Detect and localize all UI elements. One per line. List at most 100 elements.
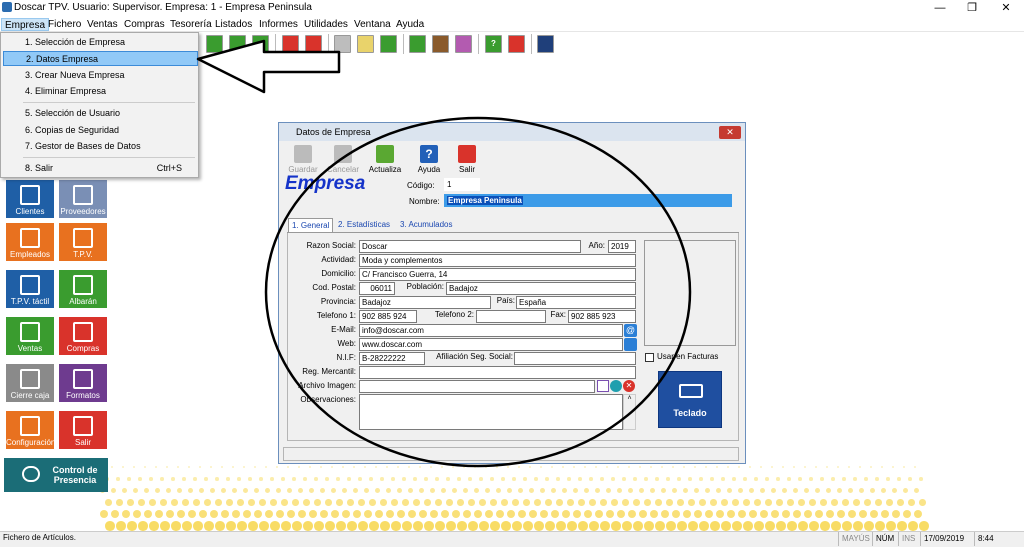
background-dot	[732, 521, 742, 531]
tile-tpv[interactable]: T.P.V.	[59, 223, 107, 261]
window-title: Doscar TPV. Usuario: Supervisor. Empresa…	[14, 2, 312, 13]
background-dot	[523, 477, 527, 481]
background-dot	[512, 499, 519, 506]
toolbar-phone-icon[interactable]	[432, 35, 449, 53]
tile-proveedores[interactable]: Proveedores	[59, 180, 107, 218]
background-dot	[881, 510, 889, 518]
background-dot	[853, 477, 857, 481]
background-dot	[897, 477, 901, 481]
background-dot	[457, 521, 467, 531]
tile-cierre-caja[interactable]: Cierre caja	[6, 364, 54, 402]
menu-item-crear-empresa[interactable]: 3. Crear Nueva Empresa	[3, 68, 198, 83]
background-dot	[655, 521, 665, 531]
dialog-close-button[interactable]: ✕	[719, 126, 741, 139]
background-dot	[754, 521, 764, 531]
toolbar-gears-icon[interactable]	[409, 35, 426, 53]
background-dot	[430, 488, 435, 493]
tile-configuracion[interactable]: Configuración	[6, 411, 55, 449]
background-dot	[644, 499, 651, 506]
menu-empresa[interactable]: Empresa	[1, 18, 50, 31]
background-dot	[721, 521, 731, 531]
tile-albaran[interactable]: Albarán	[59, 270, 107, 308]
background-dot	[507, 510, 515, 518]
background-dot	[842, 477, 846, 481]
menu-item-datos-empresa[interactable]: 2. Datos Empresa	[3, 51, 198, 66]
background-dot	[639, 510, 647, 518]
tile-clientes[interactable]: Clientes	[6, 180, 54, 218]
background-dot	[688, 521, 698, 531]
menu-ventana[interactable]: Ventana	[351, 18, 394, 31]
tile-compras[interactable]: Compras	[59, 317, 107, 355]
background-dot	[309, 488, 314, 493]
toolbar-tools-icon[interactable]	[537, 35, 554, 53]
tile-formatos[interactable]: Formatos	[59, 364, 107, 402]
background-dot	[468, 521, 478, 531]
background-dot	[463, 510, 471, 518]
menu-item-eliminar-empresa[interactable]: 4. Eliminar Empresa	[3, 84, 198, 99]
menu-compras[interactable]: Compras	[121, 18, 168, 31]
background-dot	[611, 521, 621, 531]
tile-control-presencia[interactable]: Control de Presencia	[4, 458, 108, 492]
tile-salir[interactable]: Salir	[59, 411, 107, 449]
minimize-button[interactable]: —	[925, 0, 955, 16]
menu-tesoreria[interactable]: Tesorería	[167, 18, 215, 31]
background-dot	[870, 488, 875, 493]
tile-tpv-tactil[interactable]: T.P.V. táctil	[6, 270, 54, 308]
background-dot	[369, 521, 379, 531]
close-button[interactable]: ✕	[991, 0, 1021, 16]
background-dot	[292, 521, 302, 531]
menu-item-salir[interactable]: 8. Salir Ctrl+S	[3, 161, 198, 176]
menu-item-seleccion-empresa[interactable]: 1. Selección de Empresa	[3, 35, 198, 50]
background-dot	[595, 488, 600, 493]
toolbar-euro-icon[interactable]	[380, 35, 397, 53]
background-dot	[864, 521, 874, 531]
menu-item-gestor-bd[interactable]: 7. Gestor de Bases de Datos	[3, 139, 198, 154]
background-dot	[837, 466, 839, 468]
background-dot	[864, 477, 868, 481]
background-dot	[589, 521, 599, 531]
background-dot	[523, 499, 530, 506]
background-dot	[914, 488, 919, 493]
background-dot	[452, 488, 457, 493]
background-dot	[760, 510, 768, 518]
menu-item-copias-seguridad[interactable]: 6. Copias de Seguridad	[3, 123, 198, 138]
background-dot	[793, 510, 801, 518]
background-dot	[903, 510, 911, 518]
menu-ventas[interactable]: Ventas	[84, 18, 121, 31]
toolbar-help-icon[interactable]: ?	[485, 35, 502, 53]
background-dot	[732, 499, 739, 506]
menu-listados[interactable]: Listados	[212, 18, 255, 31]
background-dot	[188, 488, 193, 493]
background-dot	[584, 510, 592, 518]
background-dot	[353, 488, 358, 493]
background-dot	[595, 510, 603, 518]
menu-utilidades[interactable]: Utilidades	[301, 18, 351, 31]
background-dot	[177, 488, 182, 493]
background-dot	[859, 466, 861, 468]
background-dot	[193, 499, 200, 506]
background-dot	[199, 488, 204, 493]
clients-icon	[20, 185, 40, 205]
background-dot	[771, 466, 773, 468]
background-dot	[248, 477, 252, 481]
toolbar-exit-icon[interactable]	[508, 35, 525, 53]
tile-empleados[interactable]: Empleados	[6, 223, 54, 261]
menu-item-seleccion-usuario[interactable]: 5. Selección de Usuario	[3, 106, 198, 121]
background-dot	[600, 521, 610, 531]
background-dot	[633, 499, 640, 506]
menu-fichero[interactable]: Fichero	[45, 18, 84, 31]
annotation-arrow	[196, 39, 341, 94]
maximize-button[interactable]: ❐	[957, 0, 987, 16]
background-dot	[457, 499, 464, 506]
menu-ayuda[interactable]: Ayuda	[393, 18, 427, 31]
background-dot	[457, 477, 461, 481]
toolbar-contact-icon[interactable]	[455, 35, 472, 53]
background-dot	[710, 499, 717, 506]
background-dot	[243, 488, 248, 493]
background-dot	[232, 510, 240, 518]
menu-informes[interactable]: Informes	[256, 18, 301, 31]
pos-icon	[73, 228, 93, 248]
tile-ventas[interactable]: Ventas	[6, 317, 54, 355]
background-dot	[243, 466, 245, 468]
toolbar-list-icon[interactable]	[357, 35, 374, 53]
